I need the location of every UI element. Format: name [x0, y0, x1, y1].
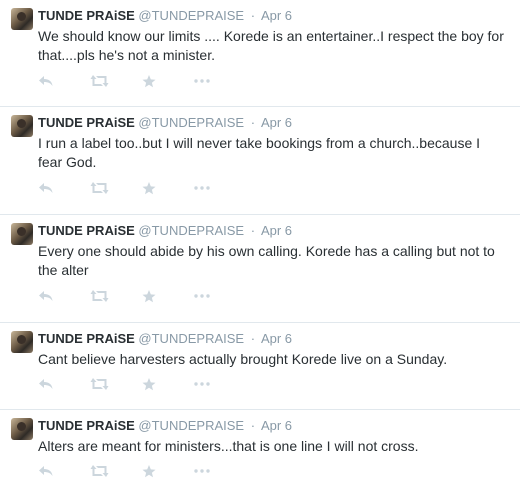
tweet-text: I run a label too..but I will never take… — [38, 135, 481, 170]
tweet-actions — [38, 375, 246, 393]
tweet-date[interactable]: Apr 6 — [261, 331, 292, 346]
retweet-button[interactable] — [90, 375, 142, 393]
tweet-actions — [38, 287, 246, 305]
tweet-actions — [38, 72, 246, 90]
user-handle[interactable]: @TUNDEPRAISE — [138, 223, 244, 238]
tweet-text: Every one should abide by his own callin… — [38, 243, 495, 278]
tweet-actions — [38, 179, 246, 197]
separator: · — [250, 331, 256, 346]
more-icon — [194, 79, 210, 83]
user-handle[interactable]: @TUNDEPRAISE — [138, 115, 244, 130]
tweet[interactable]: TUNDE PRAiSE @TUNDEPRAISE · Apr 6 Every … — [0, 215, 520, 323]
more-button[interactable] — [194, 179, 246, 197]
tweet[interactable]: TUNDE PRAiSE @TUNDEPRAISE · Apr 6 Cant b… — [0, 323, 520, 410]
retweet-button[interactable] — [90, 287, 142, 305]
tweet-date[interactable]: Apr 6 — [261, 418, 292, 433]
user-name[interactable]: TUNDE PRAiSE — [38, 331, 135, 346]
retweet-icon — [90, 465, 109, 477]
reply-button[interactable] — [38, 287, 90, 305]
avatar[interactable] — [11, 8, 33, 30]
retweet-icon — [90, 182, 109, 194]
tweet-date[interactable]: Apr 6 — [261, 8, 292, 23]
retweet-button[interactable] — [90, 72, 142, 90]
user-handle[interactable]: @TUNDEPRAISE — [138, 418, 244, 433]
reply-button[interactable] — [38, 462, 90, 480]
separator: · — [250, 8, 256, 23]
more-button[interactable] — [194, 462, 246, 480]
tweet-date[interactable]: Apr 6 — [261, 223, 292, 238]
star-icon — [142, 377, 156, 390]
tweet[interactable]: TUNDE PRAiSE @TUNDEPRAISE · Apr 6 Alters… — [0, 410, 520, 484]
tweet-text: Alters are meant for ministers...that is… — [38, 438, 419, 454]
reply-button[interactable] — [38, 179, 90, 197]
star-icon — [142, 289, 156, 302]
star-icon — [142, 464, 156, 477]
more-icon — [194, 294, 210, 298]
more-icon — [194, 382, 210, 386]
avatar[interactable] — [11, 115, 33, 137]
avatar[interactable] — [11, 223, 33, 245]
reply-icon — [39, 466, 53, 476]
star-icon — [142, 181, 156, 194]
separator: · — [250, 115, 256, 130]
tweet-timeline: TUNDE PRAiSE @TUNDEPRAISE · Apr 6 We sho… — [0, 0, 520, 484]
favorite-button[interactable] — [142, 462, 194, 480]
user-name[interactable]: TUNDE PRAiSE — [38, 223, 135, 238]
more-button[interactable] — [194, 287, 246, 305]
retweet-button[interactable] — [90, 179, 142, 197]
retweet-icon — [90, 75, 109, 87]
tweet-header: TUNDE PRAiSE @TUNDEPRAISE · Apr 6 — [38, 115, 292, 131]
retweet-icon — [90, 290, 109, 302]
separator: · — [250, 223, 256, 238]
avatar[interactable] — [11, 418, 33, 440]
more-button[interactable] — [194, 375, 246, 393]
more-icon — [194, 469, 210, 473]
tweet-header: TUNDE PRAiSE @TUNDEPRAISE · Apr 6 — [38, 8, 292, 24]
user-handle[interactable]: @TUNDEPRAISE — [138, 8, 244, 23]
user-handle[interactable]: @TUNDEPRAISE — [138, 331, 244, 346]
reply-button[interactable] — [38, 72, 90, 90]
more-icon — [194, 186, 210, 190]
tweet-actions — [38, 462, 246, 480]
reply-icon — [39, 76, 53, 86]
star-icon — [142, 74, 156, 87]
favorite-button[interactable] — [142, 287, 194, 305]
favorite-button[interactable] — [142, 179, 194, 197]
retweet-button[interactable] — [90, 462, 142, 480]
user-name[interactable]: TUNDE PRAiSE — [38, 8, 135, 23]
reply-icon — [39, 291, 53, 301]
avatar[interactable] — [11, 331, 33, 353]
tweet-header: TUNDE PRAiSE @TUNDEPRAISE · Apr 6 — [38, 418, 292, 434]
reply-icon — [39, 379, 53, 389]
retweet-icon — [90, 378, 109, 390]
tweet-header: TUNDE PRAiSE @TUNDEPRAISE · Apr 6 — [38, 331, 292, 347]
more-button[interactable] — [194, 72, 246, 90]
user-name[interactable]: TUNDE PRAiSE — [38, 418, 135, 433]
tweet[interactable]: TUNDE PRAiSE @TUNDEPRAISE · Apr 6 We sho… — [0, 0, 520, 107]
user-name[interactable]: TUNDE PRAiSE — [38, 115, 135, 130]
separator: · — [250, 418, 256, 433]
reply-button[interactable] — [38, 375, 90, 393]
tweet-text: We should know our limits .... Korede is… — [38, 28, 504, 63]
tweet-date[interactable]: Apr 6 — [261, 115, 292, 130]
favorite-button[interactable] — [142, 375, 194, 393]
tweet-text: Cant believe harvesters actually brought… — [38, 351, 448, 367]
favorite-button[interactable] — [142, 72, 194, 90]
reply-icon — [39, 183, 53, 193]
tweet-header: TUNDE PRAiSE @TUNDEPRAISE · Apr 6 — [38, 223, 292, 239]
tweet[interactable]: TUNDE PRAiSE @TUNDEPRAISE · Apr 6 I run … — [0, 107, 520, 215]
